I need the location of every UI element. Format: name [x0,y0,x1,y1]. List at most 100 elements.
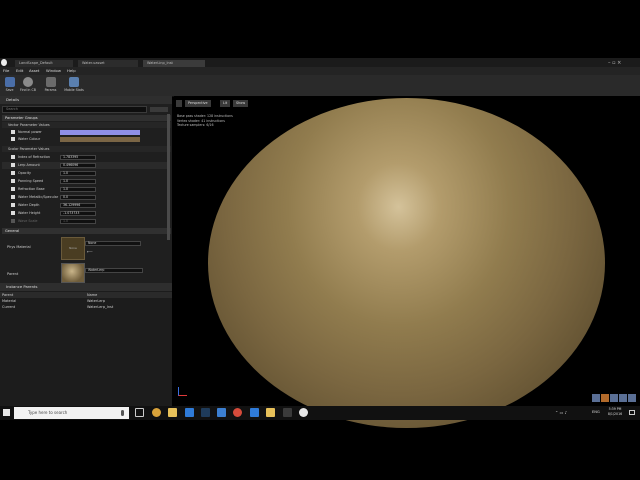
color-swatch[interactable] [60,130,140,135]
find-in-cb-button[interactable]: Find in CB [20,76,36,95]
tab-water[interactable]: Water.uasset [78,60,138,67]
microphone-icon[interactable] [121,410,124,416]
clock-date: 8/1/2016 [607,412,623,416]
param-value-field[interactable]: -1.073733 [60,211,96,216]
tray-icons[interactable]: ⌃ ▭ ♪ [555,409,585,416]
color-swatch[interactable] [60,137,140,142]
edge-icon[interactable] [185,408,194,417]
lit-button[interactable]: Lit [220,100,231,107]
phys-material-label: Phys Material [7,245,31,249]
language-indicator[interactable]: ENG [592,409,600,416]
game-icon[interactable] [283,408,292,417]
table-row-parent[interactable]: Material [2,299,16,303]
param-checkbox[interactable] [11,163,15,167]
param-value-field[interactable]: 1.0 [60,187,96,192]
details-search-input[interactable]: Search [2,106,147,113]
table-row-name[interactable]: WaterLerp_Inst [87,305,113,309]
param-checkbox[interactable] [11,171,15,175]
details-scrollbar[interactable] [167,114,170,240]
table-row-name[interactable]: WaterLerp [87,299,105,303]
param-label: Water Depth [18,203,40,207]
mobile-stats-button[interactable]: Mobile Stats [63,76,85,95]
cylinder-icon[interactable] [592,394,600,402]
parameter-groups-header[interactable]: Parameter Groups [2,115,171,121]
scalar-param-row: Index of Refraction 1.783395 [2,154,168,161]
task-view-icon[interactable] [135,408,144,417]
parent-label: Parent [7,272,19,276]
axis-gizmo-icon [178,387,187,396]
window-controls[interactable]: – ▫ × [608,60,638,66]
vector-params-header[interactable]: Vector Parameter Values [2,122,171,128]
table-row-parent[interactable]: Current [2,305,15,309]
instance-parents-title: Instance Parents [0,283,172,291]
viewport-options-icon[interactable] [176,100,182,107]
menu-help[interactable]: Help [67,67,76,75]
param-label: Water Colour [18,137,41,141]
param-checkbox[interactable] [11,155,15,159]
param-checkbox[interactable] [11,130,15,134]
param-value-field[interactable]: 0.0 [60,195,96,200]
ue-logo-icon [1,59,7,66]
param-value-field[interactable]: 1.0 [60,219,96,224]
scalar-param-row: Panning Speed 1.0 [2,178,168,185]
general-header[interactable]: General [2,228,171,234]
tab-landscape[interactable]: LandScape_Default [15,60,73,67]
sphere-icon[interactable] [601,394,609,402]
perspective-button[interactable]: Perspective [185,100,211,107]
stat-line: Texture samplers: 6/16 [177,123,214,128]
param-value-field[interactable]: 1.0 [60,171,96,176]
browse-arrow-icon[interactable]: ⟵ [87,250,93,254]
param-checkbox[interactable] [11,211,15,215]
show-button[interactable]: Show [233,100,249,107]
notification-icon[interactable] [629,410,635,415]
param-value-field[interactable]: 0.496096 [60,163,96,168]
toolbar [0,75,640,97]
param-label: Panning Speed [18,179,44,183]
taskbar-clock[interactable]: 5:39 PM 8/1/2016 [603,407,627,417]
menu-window[interactable]: Window [46,67,61,75]
recorder-icon[interactable] [233,408,242,417]
param-checkbox[interactable] [11,203,15,207]
scalar-param-row: Water Metallic/Specular 0.0 [2,194,168,201]
param-checkbox[interactable] [11,179,15,183]
chrome-icon[interactable] [152,408,161,417]
app-icon[interactable] [250,408,259,417]
param-label: Opacity [18,171,32,175]
unreal-editor-icon[interactable] [299,408,308,417]
phys-material-dropdown[interactable]: None [85,241,141,246]
parent-thumbnail[interactable] [61,263,85,283]
param-value-field[interactable]: 36.129996 [60,203,96,208]
params-button[interactable]: Params [43,76,58,95]
menu-asset[interactable]: Asset [29,67,39,75]
plane-icon[interactable] [610,394,618,402]
param-checkbox[interactable] [11,195,15,199]
param-checkbox[interactable] [11,219,15,223]
menu-edit[interactable]: Edit [16,67,23,75]
preview-mesh-buttons[interactable] [592,394,638,403]
view-options-icon[interactable] [150,107,168,112]
taskbar-search-input[interactable]: Type here to search [14,407,129,419]
param-checkbox[interactable] [11,137,15,141]
params-icon [45,77,56,87]
save-button[interactable]: Save [2,76,17,95]
scalar-param-row: Lerp Amount 0.496096 [2,162,168,169]
store-icon[interactable] [217,408,226,417]
steam-icon[interactable] [201,408,210,417]
scalar-params-header[interactable]: Scalar Parameter Values [2,146,171,152]
param-value-field[interactable]: 1.0 [60,179,96,184]
cube-icon[interactable] [619,394,627,402]
menu-file[interactable]: File [3,67,9,75]
menu-bar [0,67,640,75]
folder-icon[interactable] [266,408,275,417]
mobile-stats-label: Mobile Stats [64,88,84,92]
tab-waterlerp-inst[interactable]: WaterLinp_Inst [143,60,205,67]
mesh-icon[interactable] [628,394,636,402]
param-checkbox[interactable] [11,187,15,191]
phys-material-thumbnail[interactable]: None [61,237,85,260]
windows-start-icon[interactable] [3,409,10,416]
file-explorer-icon[interactable] [168,408,177,417]
param-value-field[interactable]: 1.783395 [60,155,96,160]
parent-dropdown[interactable]: WaterLerp [85,268,143,273]
parents-table-header [0,292,172,298]
preview-sphere [208,98,605,428]
